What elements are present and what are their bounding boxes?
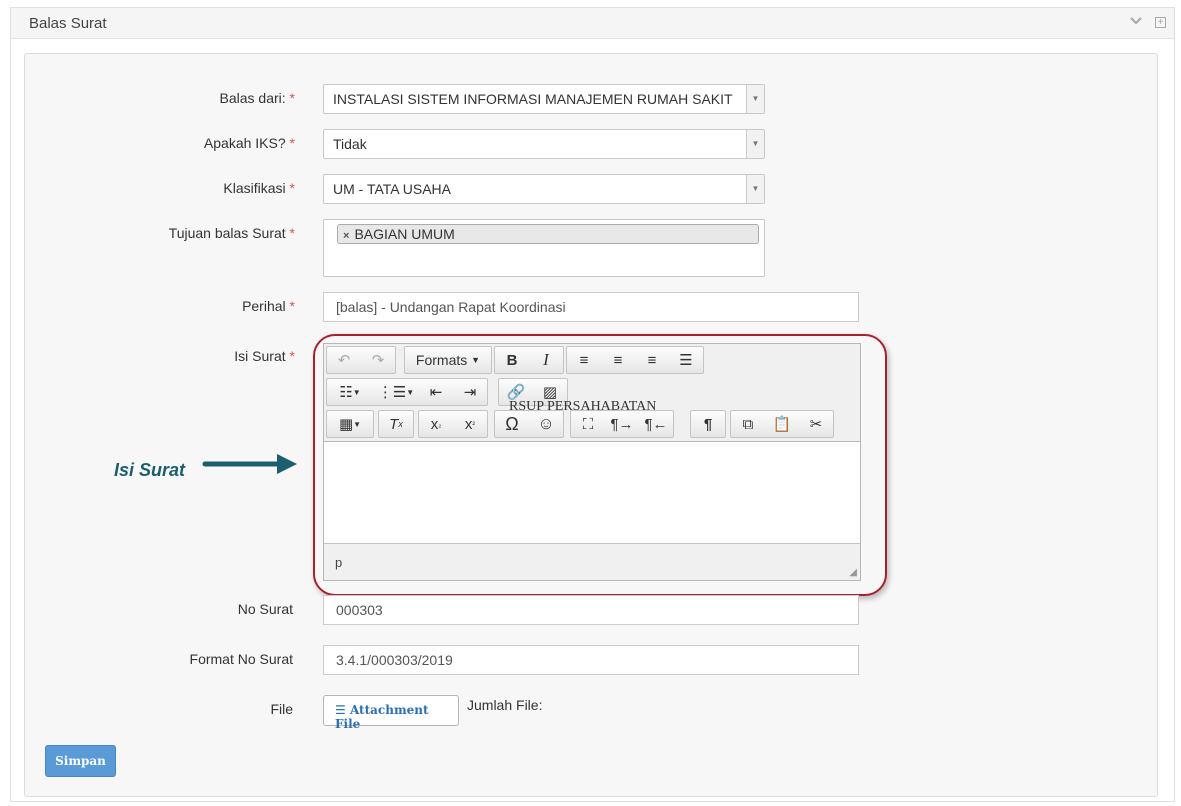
align-group: ≡ ≡ ≡ ☰ <box>566 346 704 374</box>
label-no-surat: No Surat <box>237 601 293 617</box>
chevron-down-icon[interactable] <box>1129 14 1143 29</box>
select-klasifikasi-value: UM - TATA USAHA <box>333 181 451 197</box>
text-style-group: B I <box>494 346 564 374</box>
no-surat-value: 000303 <box>336 602 383 618</box>
panel-title: Balas Surat <box>29 15 107 32</box>
attachment-file-label: Attachment File <box>335 703 429 731</box>
list-icon: ☰ <box>335 703 346 717</box>
element-path[interactable]: p <box>335 555 342 570</box>
select-apakah-iks-value: Tidak <box>333 136 367 152</box>
outdent-icon[interactable]: ⇤ <box>419 379 453 405</box>
copy-icon[interactable]: ⧉ <box>731 411 765 437</box>
tag-label: BAGIAN UMUM <box>354 226 455 242</box>
dropdown-arrow-icon: ▼ <box>746 130 764 158</box>
tag-bagian-umum: × BAGIAN UMUM <box>337 224 759 244</box>
editor-content-area[interactable] <box>324 442 860 543</box>
label-apakah-iks: Apakah IKS? * <box>203 135 295 151</box>
editor-toolbar: ↶ ↷ Formats ▼ B I ≡ ≡ ≡ ☰ ☷ ▼ ⋮☰ ▼ ⇤ ⇥ 🔗… <box>324 344 860 442</box>
table-group: ▦ ▼ <box>326 410 374 438</box>
annotation-arrow-icon <box>202 454 297 474</box>
formats-label: Formats <box>415 352 468 368</box>
panel-tools: + <box>1121 14 1166 29</box>
align-center-icon[interactable]: ≡ <box>601 347 635 373</box>
format-no-surat-input[interactable]: 3.4.1/000303/2019 <box>323 645 859 675</box>
history-group: ↶ ↷ <box>326 346 396 374</box>
remove-tag-icon[interactable]: × <box>343 230 349 242</box>
label-tujuan: Tujuan balas Surat * <box>168 225 295 241</box>
select-balas-dari-value: INSTALASI SISTEM INFORMASI MANAJEMEN RUM… <box>333 91 733 107</box>
perihal-value: [balas] - Undangan Rapat Koordinasi <box>336 299 566 315</box>
simpan-button[interactable]: Simpan <box>45 745 116 777</box>
dropdown-arrow-icon: ▼ <box>746 175 764 203</box>
label-isi-surat: Isi Surat * <box>234 348 295 364</box>
jumlah-file-label: Jumlah File: <box>467 697 543 713</box>
indent-icon[interactable]: ⇥ <box>453 379 487 405</box>
clear-formatting-icon[interactable]: Tx <box>379 411 413 437</box>
format-no-surat-value: 3.4.1/000303/2019 <box>336 652 453 668</box>
italic-icon[interactable]: I <box>529 347 563 373</box>
label-klasifikasi: Klasifikasi * <box>223 180 295 196</box>
balas-surat-panel: Balas Surat + Balas dari: * INSTALASI SI… <box>10 7 1175 802</box>
annotation-label: Isi Surat <box>114 460 186 480</box>
select-klasifikasi[interactable]: UM - TATA USAHA ▼ <box>323 174 765 204</box>
redo-icon[interactable]: ↷ <box>361 347 395 373</box>
align-left-icon[interactable]: ≡ <box>567 347 601 373</box>
formats-dropdown[interactable]: Formats ▼ <box>405 347 491 373</box>
select-apakah-iks[interactable]: Tidak ▼ <box>323 129 765 159</box>
subscript-icon[interactable]: x₂ <box>419 411 453 437</box>
dropdown-arrow-icon: ▼ <box>746 85 764 113</box>
label-perihal: Perihal * <box>242 298 295 314</box>
table-icon[interactable]: ▦ ▼ <box>327 411 373 437</box>
align-right-icon[interactable]: ≡ <box>635 347 669 373</box>
panel-header: Balas Surat + <box>11 8 1174 39</box>
perihal-input[interactable]: [balas] - Undangan Rapat Koordinasi <box>323 292 859 322</box>
form-container: Balas dari: * INSTALASI SISTEM INFORMASI… <box>24 53 1158 797</box>
tujuan-multiselect[interactable]: × BAGIAN UMUM <box>323 219 765 277</box>
bold-icon[interactable]: B <box>495 347 529 373</box>
list-group: ☷ ▼ ⋮☰ ▼ ⇤ ⇥ <box>326 378 488 406</box>
paste-icon[interactable]: 📋 <box>765 411 799 437</box>
cut-icon[interactable]: ✂ <box>799 411 833 437</box>
visualchars-group: ¶ <box>690 410 726 438</box>
bullet-list-icon[interactable]: ☷ ▼ <box>327 379 373 405</box>
clear-format-group: Tx <box>378 410 414 438</box>
script-group: x₂ x² <box>418 410 488 438</box>
plus-box-icon[interactable]: + <box>1155 17 1166 29</box>
label-format-no-surat: Format No Surat <box>189 651 293 667</box>
label-file: File <box>270 701 293 717</box>
rich-text-editor: ↶ ↷ Formats ▼ B I ≡ ≡ ≡ ☰ ☷ ▼ ⋮☰ ▼ ⇤ ⇥ 🔗… <box>323 343 861 581</box>
resize-handle-icon[interactable]: ◢ <box>849 567 857 578</box>
watermark-text: RSUP PERSAHABATAN <box>509 399 657 414</box>
no-surat-input[interactable]: 000303 <box>323 595 859 625</box>
superscript-icon[interactable]: x² <box>453 411 487 437</box>
numbered-list-icon[interactable]: ⋮☰ ▼ <box>373 379 419 405</box>
select-balas-dari[interactable]: INSTALASI SISTEM INFORMASI MANAJEMEN RUM… <box>323 84 765 114</box>
formats-group: Formats ▼ <box>404 346 492 374</box>
attachment-file-button[interactable]: ☰ Attachment File <box>323 695 459 731</box>
label-balas-dari: Balas dari: * <box>219 90 296 106</box>
show-invisible-icon[interactable]: ¶ <box>691 411 725 437</box>
editor-statusbar: p ◢ <box>324 543 860 580</box>
clipboard-group: ⧉ 📋 ✂ <box>730 410 834 438</box>
align-justify-icon[interactable]: ☰ <box>669 347 703 373</box>
undo-icon[interactable]: ↶ <box>327 347 361 373</box>
